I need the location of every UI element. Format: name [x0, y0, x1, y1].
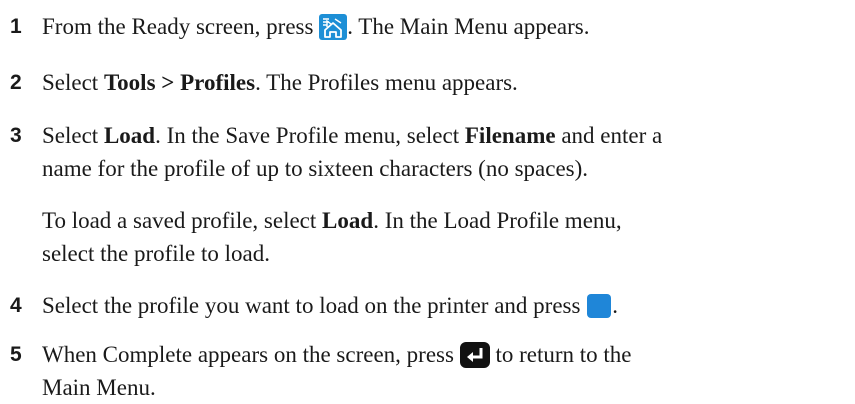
instruction-document: 1 From the Ready screen, press . The Mai…	[0, 0, 855, 400]
note-line-2: select the profile to load.	[42, 241, 271, 266]
note-paragraph: To load a saved profile, select Load. In…	[42, 208, 622, 233]
home-menu-icon	[319, 14, 348, 49]
filename-option: Filename	[464, 123, 556, 148]
step-text: Select Tools > Profiles. The Profiles me…	[42, 70, 518, 95]
blue-select-button-icon	[586, 293, 612, 328]
step-3-line-2: name for the profile of up to sixteen ch…	[42, 156, 589, 181]
step-number: 5	[10, 343, 22, 366]
step-number: 2	[10, 71, 22, 94]
step-text: Select Load. In the Save Profile menu, s…	[42, 123, 663, 148]
step-number: 4	[10, 294, 22, 317]
step-number: 3	[10, 124, 22, 147]
step-text: From the Ready screen, press . The Main …	[42, 10, 852, 49]
step-number: 1	[10, 15, 22, 38]
load-option: Load	[322, 208, 374, 233]
load-option: Load	[103, 123, 156, 148]
menu-path: Tools > Profiles	[103, 70, 256, 95]
step-5-line-2: Main Menu.	[42, 375, 156, 400]
step-text: Select the profile you want to load on t…	[42, 289, 852, 328]
